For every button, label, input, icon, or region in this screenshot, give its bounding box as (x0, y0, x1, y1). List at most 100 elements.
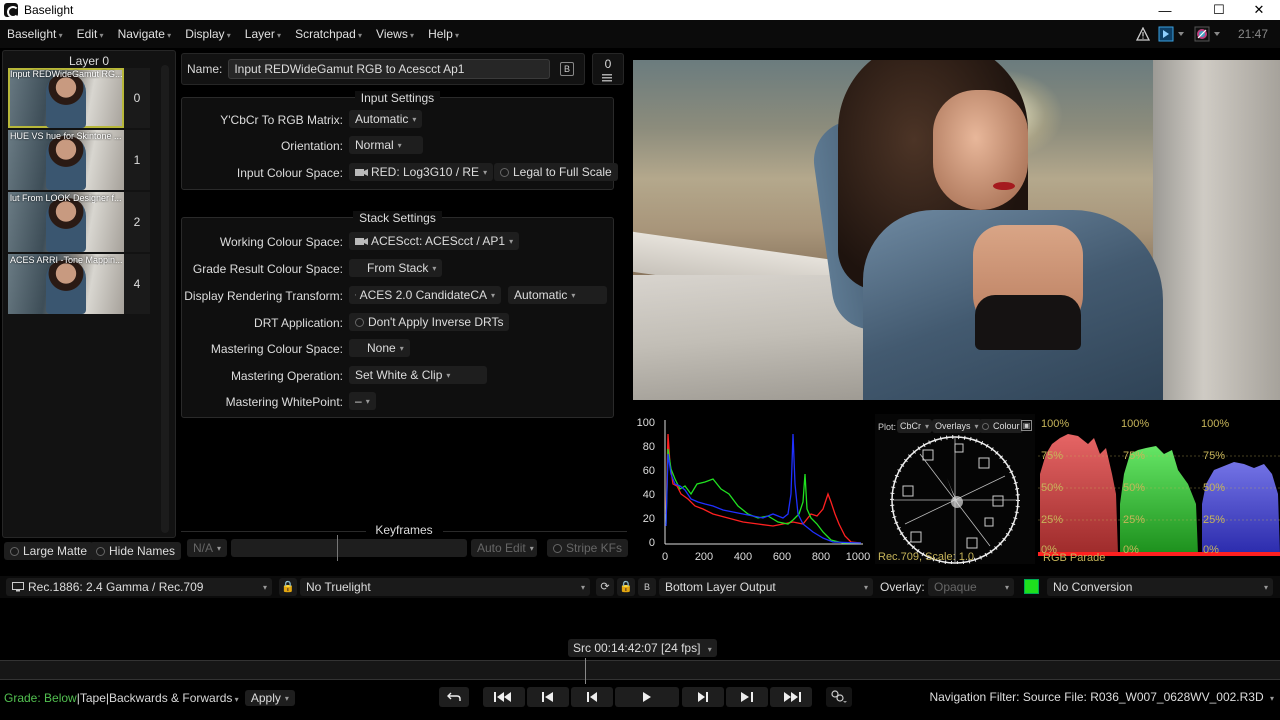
colour-wheel-icon[interactable] (1194, 26, 1224, 42)
menu-edit[interactable]: Edit (70, 27, 111, 41)
orientation-dropdown[interactable]: Normal (349, 136, 423, 154)
menubar-status: 21:47 (1135, 20, 1280, 48)
parade-0-label: 0% (1123, 544, 1139, 556)
keyframe-value-dropdown[interactable]: N/A (187, 539, 227, 557)
next-shot-button[interactable] (726, 687, 768, 707)
previous-frame-button[interactable] (571, 687, 613, 707)
monitor-icon (12, 582, 24, 592)
truelight-dropdown[interactable]: No Truelight ▾ (300, 578, 590, 596)
tape-button[interactable]: Tape (80, 691, 106, 705)
transport-bar: Grade: Below|Tape|Backwards & Forwards ▾… (0, 684, 1280, 710)
mastering-colour-space-dropdown[interactable]: None (349, 339, 410, 357)
auto-edit-dropdown[interactable]: Auto Edit (471, 539, 537, 557)
menu-display[interactable]: Display (178, 27, 238, 41)
hide-names-label: Hide Names (109, 544, 176, 558)
drt-application-value: Don't Apply Inverse DRTs (368, 315, 504, 329)
radio-icon (355, 317, 364, 327)
drt-application-toggle[interactable]: Don't Apply Inverse DRTs (349, 313, 510, 331)
b-icon[interactable]: B (560, 62, 574, 76)
mastering-whitepoint-dropdown[interactable]: – (349, 392, 376, 410)
transport-options-button[interactable] (826, 687, 852, 707)
apply-label: Apply (250, 691, 281, 705)
minimize-button[interactable]: — (1142, 0, 1188, 20)
hide-names-toggle[interactable]: Hide Names (90, 542, 182, 560)
layer-name-input[interactable] (228, 59, 551, 79)
apply-dropdown[interactable]: Apply ▾ (244, 690, 295, 706)
layer-list-scrollbar[interactable] (161, 65, 169, 533)
stripe-kfs-toggle[interactable]: Stripe KFs (547, 539, 629, 557)
overlay-colour-swatch[interactable] (1024, 579, 1039, 594)
keyframe-track[interactable] (231, 535, 467, 561)
layer-item[interactable]: Input REDWideGamut RG... 0 (8, 68, 150, 128)
grade-value[interactable]: Below (44, 691, 77, 705)
layer-item[interactable]: HUE VS hue for Skintone ... 1 (8, 130, 150, 190)
direction-dropdown[interactable]: Backwards & Forwards (109, 691, 232, 705)
parade-75-label: 75% (1123, 450, 1146, 462)
working-colour-space-dropdown[interactable]: ACEScct: ACEScct / AP1 (349, 232, 520, 250)
menu-views[interactable]: Views (369, 27, 421, 41)
keyframe-cursor[interactable] (337, 535, 338, 561)
go-to-end-button[interactable] (770, 687, 812, 707)
histogram-y-tick: 40 (643, 489, 655, 501)
refresh-icon[interactable]: ⟳ (596, 578, 614, 596)
menu-navigate[interactable]: Navigate (111, 27, 179, 41)
b-toggle-icon[interactable]: B (638, 578, 656, 596)
undo-button[interactable] (439, 687, 469, 707)
layer-count-button[interactable]: 0 (592, 53, 624, 85)
playhead[interactable] (585, 658, 586, 684)
histogram-y-tick: 80 (643, 441, 655, 453)
navigation-filter[interactable]: Navigation Filter: Source File: R036_W00… (929, 690, 1274, 704)
svg-text:f: f (355, 295, 356, 297)
warning-icon[interactable] (1135, 27, 1150, 41)
parade-75-label: 75% (1041, 450, 1064, 462)
input-colour-space-label: Input Colour Space: (236, 166, 343, 180)
previous-shot-button[interactable] (527, 687, 569, 707)
overlay-dropdown[interactable]: Opaque ▾ (928, 578, 1014, 596)
parade-25-label: 25% (1041, 514, 1064, 526)
parade-footer: RGB Parade (1043, 552, 1106, 564)
mastering-operation-dropdown[interactable]: Set White & Clip (349, 366, 487, 384)
layer-number: 0 (124, 68, 150, 128)
display-colour-space-dropdown[interactable]: Rec.1886: 2.4 Gamma / Rec.709 ▾ (6, 578, 272, 596)
ycbcr-dropdown[interactable]: Automatic (349, 110, 423, 128)
menu-scratchpad[interactable]: Scratchpad (288, 27, 369, 41)
play-button[interactable] (615, 687, 679, 707)
drt-dropdown[interactable]: f ACES 2.0 CandidateCA (349, 286, 501, 304)
layer-item[interactable]: ACES ARRI -Tone Mappin... 4 (8, 254, 150, 314)
grade-result-dropdown[interactable]: From Stack (349, 259, 443, 277)
overlay-value: Opaque (934, 580, 977, 594)
vectorscope-footer: Rec.709, Scale: 1.0 (878, 551, 975, 563)
overlay-label: Overlay: (880, 580, 925, 594)
image-viewer[interactable] (633, 60, 1280, 400)
input-colour-space-dropdown[interactable]: RED: Log3G10 / RE (349, 163, 494, 181)
drt-mode-dropdown[interactable]: Automatic (508, 286, 607, 304)
output-dropdown[interactable]: Bottom Layer Output ▾ (659, 578, 873, 596)
viewer-mode-icon[interactable] (1158, 26, 1188, 42)
menubar: Baselight Edit Navigate Display Layer Sc… (0, 20, 1280, 48)
parade-25-label: 25% (1203, 514, 1226, 526)
timeline-scrubber[interactable] (0, 658, 1280, 684)
vectorscope-plot-dropdown[interactable]: CbCr (897, 419, 933, 433)
vectorscope-expand-icon[interactable]: ▣ (1021, 420, 1032, 431)
radio-icon (982, 422, 989, 430)
grade-result-label: Grade Result Colour Space: (192, 262, 343, 276)
vectorscope-colour-toggle[interactable]: Colour (979, 419, 1023, 433)
menu-help[interactable]: Help (421, 27, 466, 41)
input-settings-group: Input Settings Y'CbCr To RGB Matrix: Aut… (181, 91, 618, 190)
menu-baselight[interactable]: Baselight (0, 27, 70, 41)
lock-icon[interactable]: 🔒 (617, 578, 635, 596)
window-title: Baselight (24, 3, 74, 17)
close-button[interactable]: ✕ (1236, 0, 1280, 20)
conversion-dropdown[interactable]: No Conversion ▾ (1047, 578, 1273, 596)
mastering-colour-space-label: Mastering Colour Space: (210, 342, 343, 356)
menu-layer[interactable]: Layer (238, 27, 288, 41)
layer-item[interactable]: lut From LOOK Designer f... 2 (8, 192, 150, 252)
large-matte-toggle[interactable]: Large Matte (4, 542, 94, 560)
next-frame-button[interactable] (682, 687, 724, 707)
vectorscope-overlays-dropdown[interactable]: Overlays (932, 419, 982, 433)
go-to-start-button[interactable] (483, 687, 525, 707)
legal-to-full-toggle[interactable]: Legal to Full Scale (494, 163, 618, 181)
grade-label: Grade: (4, 691, 41, 705)
timecode-dropdown[interactable]: Src 00:14:42:07 [24 fps] ▾ (568, 639, 717, 657)
lock-icon[interactable]: 🔒 (279, 578, 297, 596)
